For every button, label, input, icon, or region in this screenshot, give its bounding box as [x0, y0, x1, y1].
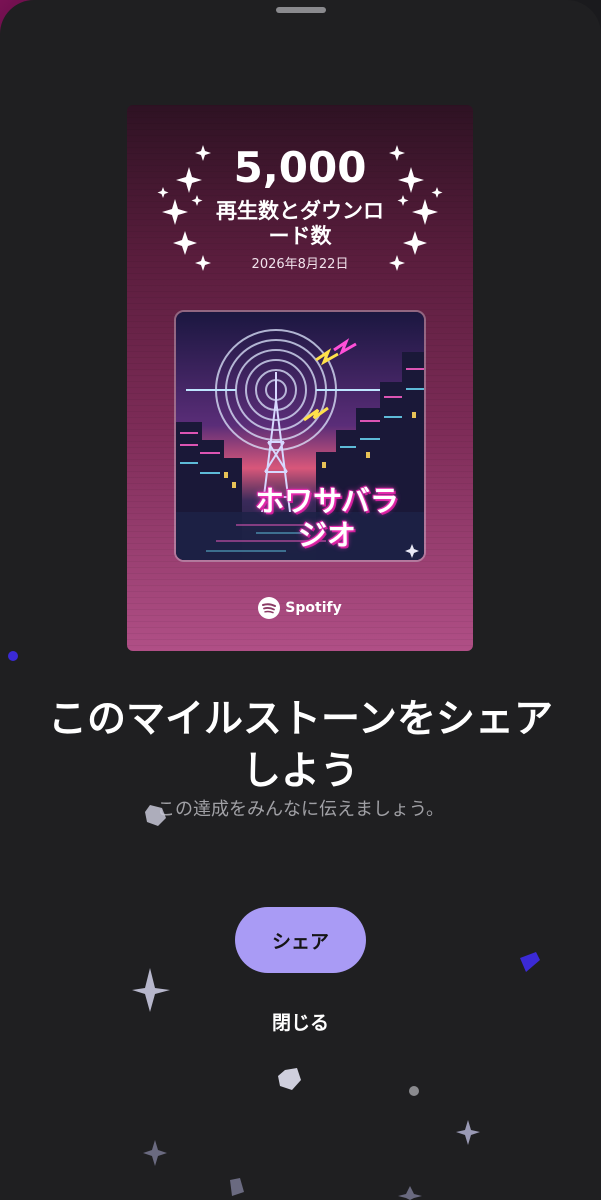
podcast-cover-art: ホワサバラジオ [174, 310, 426, 562]
sheet-grabber-handle[interactable] [276, 7, 326, 13]
close-button[interactable]: 閉じる [240, 1005, 361, 1037]
dialog-subtext: この達成をみんなに伝えましょう。 [157, 799, 444, 820]
share-button[interactable]: シェア [235, 907, 366, 973]
milestone-label: 再生数とダウンロード数 [216, 199, 384, 248]
cover-title: ホワサバラジオ [255, 484, 399, 552]
spotify-branding: Spotify [127, 597, 473, 619]
spotify-wordmark: Spotify [285, 600, 342, 616]
milestone-date: 2026年8月22日 [251, 257, 349, 272]
milestone-card: 5,000 再生数とダウンロード数 2026年8月22日 ホワサバラジオ Spo… [127, 105, 473, 651]
milestone-share-sheet: 5,000 再生数とダウンロード数 2026年8月22日 ホワサバラジオ Spo… [0, 0, 601, 1200]
milestone-count: 5,000 [233, 143, 367, 192]
dialog-headline: このマイルストーンをシェアしよう [47, 697, 554, 794]
spotify-logo-icon [258, 597, 281, 619]
